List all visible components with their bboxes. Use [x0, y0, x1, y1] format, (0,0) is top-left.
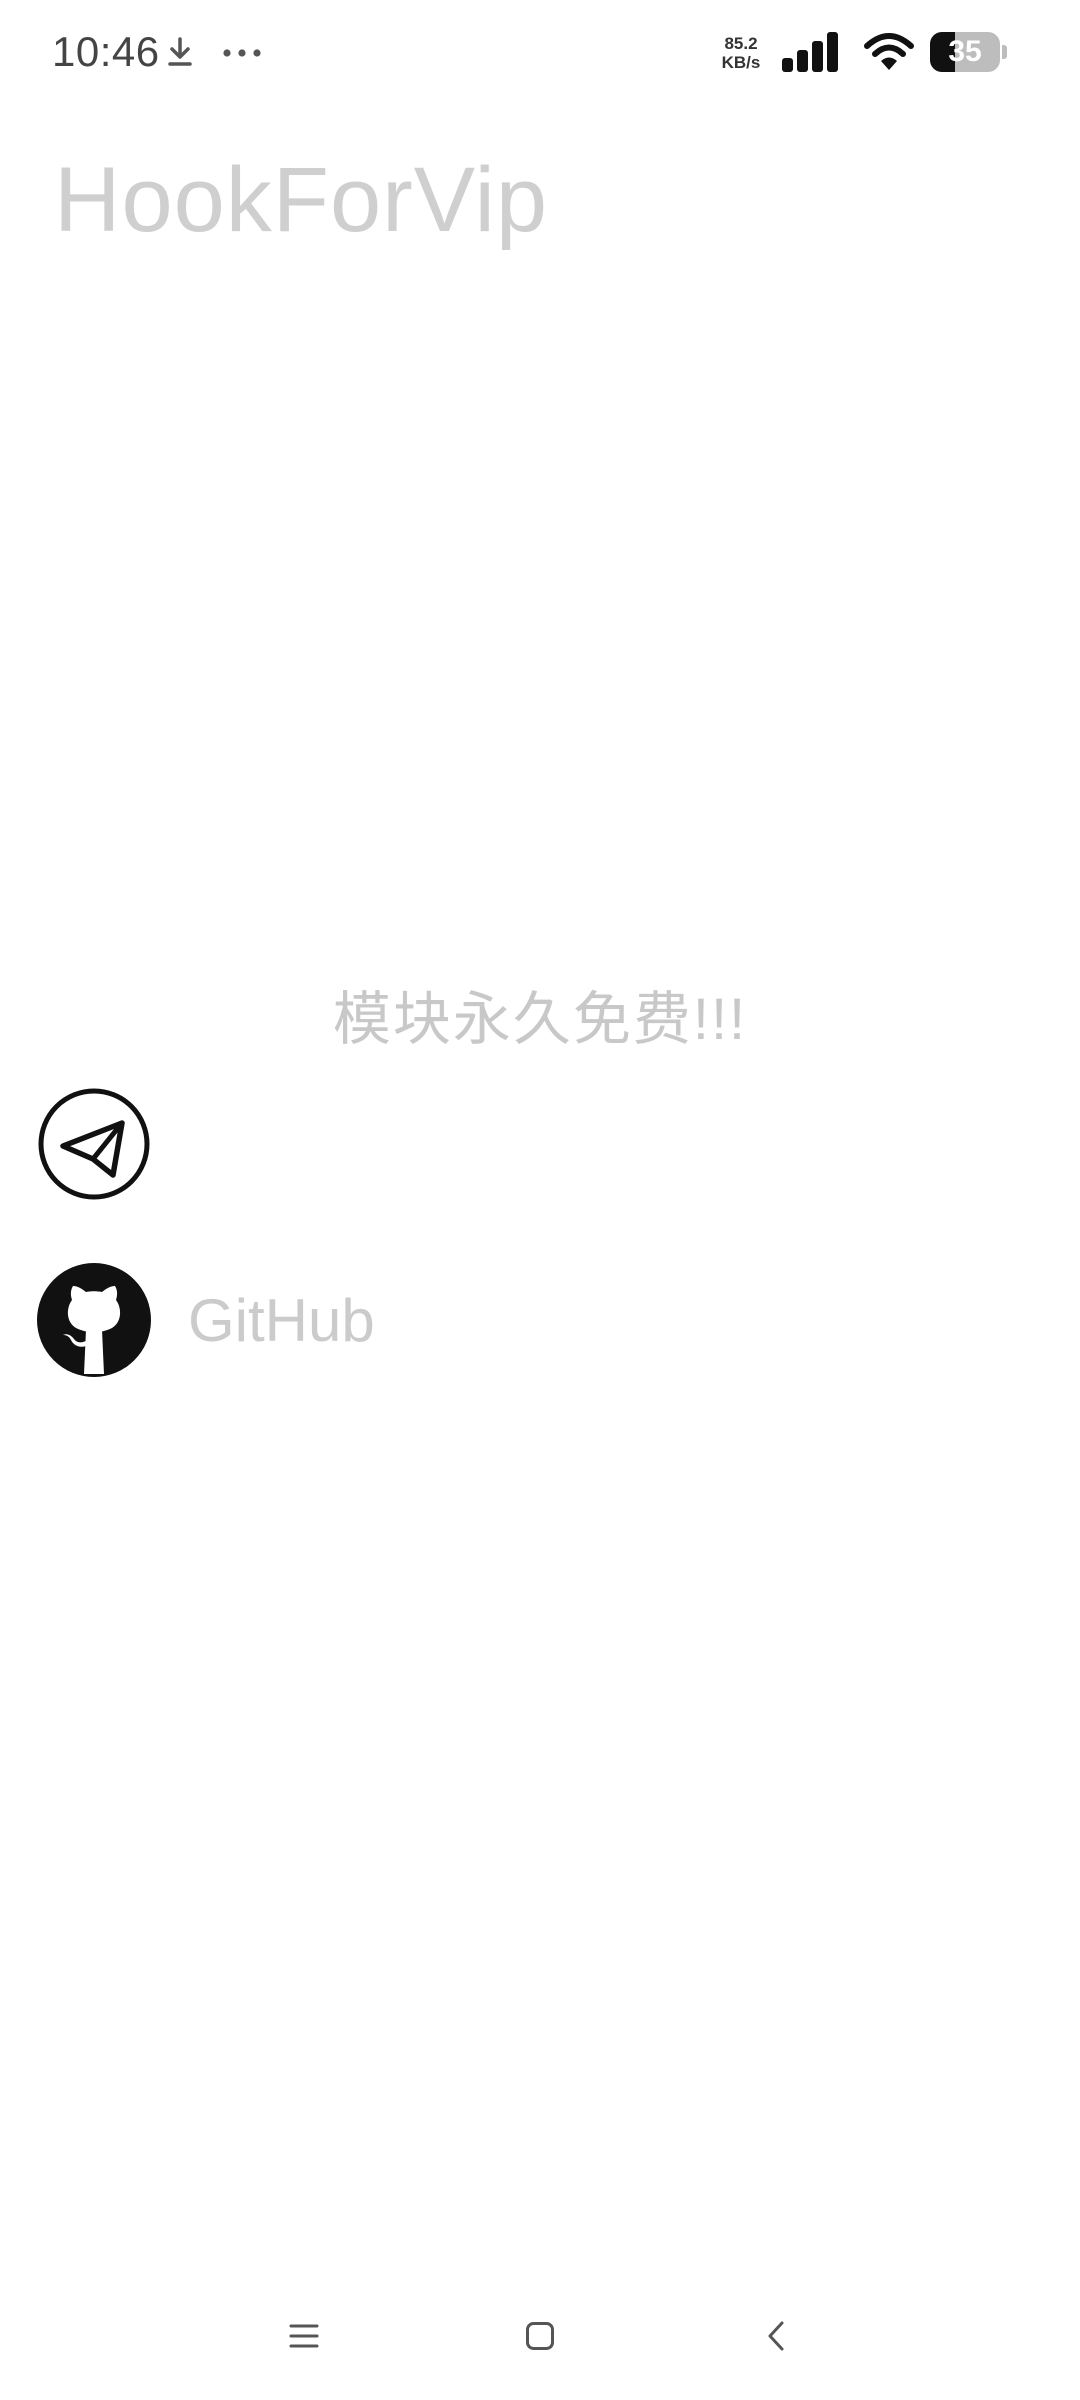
home-button[interactable]: [500, 2296, 580, 2376]
back-button[interactable]: [736, 2296, 816, 2376]
home-icon: [526, 2322, 554, 2350]
more-icon[interactable]: [222, 48, 262, 58]
github-icon: [37, 1263, 151, 1377]
status-time: 10:46: [52, 28, 160, 75]
telegram-link[interactable]: [36, 1084, 188, 1204]
telegram-icon: [38, 1088, 150, 1200]
battery-icon: 35: [930, 32, 1008, 72]
network-speed: 85.2 KB/s: [716, 34, 766, 72]
network-speed-unit: KB/s: [721, 53, 761, 72]
wifi-icon: [864, 33, 914, 70]
signal-icon: [782, 32, 838, 72]
github-link[interactable]: GitHub: [36, 1260, 375, 1380]
back-icon: [768, 2321, 784, 2351]
network-speed-value: 85.2: [724, 34, 758, 53]
battery-level: 35: [948, 35, 982, 68]
download-icon: [168, 37, 192, 66]
page-title: HookForVip: [54, 149, 549, 251]
menu-icon: [289, 2324, 319, 2348]
recents-button[interactable]: [264, 2296, 344, 2376]
free-banner: 模块永久免费!!!: [332, 987, 748, 1052]
status-bar: 10:46 85.2 KB/s 35: [0, 0, 1080, 104]
navigation-bar: [0, 2280, 1080, 2400]
github-link-label: GitHub: [188, 1286, 375, 1354]
